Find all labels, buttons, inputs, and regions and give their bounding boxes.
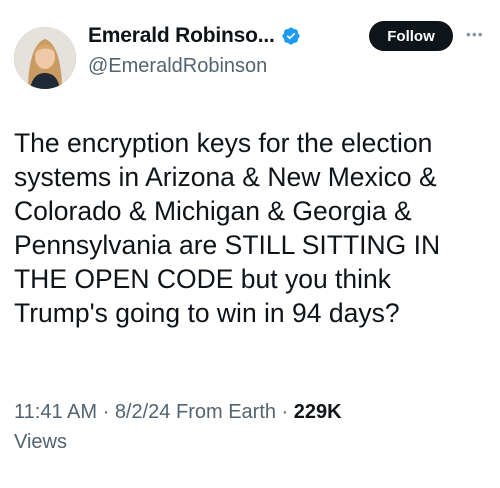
views-count[interactable]: 229K	[294, 401, 342, 423]
display-name[interactable]: Emerald Robinso...	[88, 24, 275, 48]
meta-separator: ·	[97, 401, 115, 423]
verified-badge-icon	[281, 26, 301, 46]
avatar[interactable]	[14, 27, 76, 89]
avatar-photo	[14, 27, 76, 89]
more-icon[interactable]: •••	[466, 26, 484, 42]
author-handle[interactable]: @EmeraldRobinson	[88, 55, 267, 78]
follow-button[interactable]: Follow	[369, 21, 453, 51]
views-label: Views	[14, 431, 67, 453]
tweet-card: Emerald Robinso... @EmeraldRobinson Foll…	[0, 0, 500, 488]
name-row: Emerald Robinso...	[88, 22, 301, 50]
tweet-date[interactable]: 8/2/24	[115, 401, 171, 423]
meta-separator: ·	[276, 401, 294, 423]
tweet-source: From Earth	[170, 401, 276, 423]
tweet-time[interactable]: 11:41 AM	[14, 401, 97, 423]
tweet-meta: 11:41 AM · 8/2/24 From Earth · 229K View…	[14, 397, 484, 457]
tweet-text: The encryption keys for the election sys…	[14, 128, 441, 328]
